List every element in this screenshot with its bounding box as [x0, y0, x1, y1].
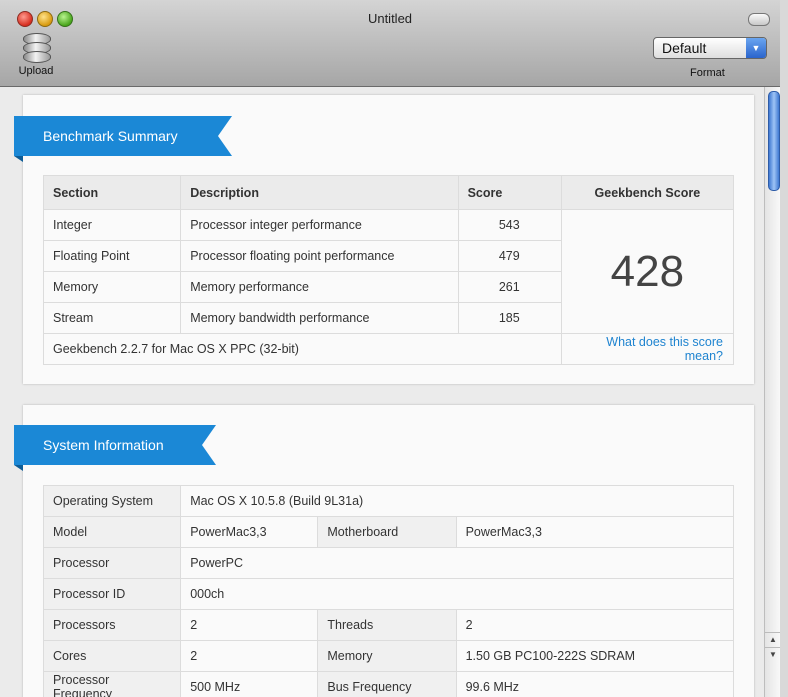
description-cell: Processor floating point performance — [180, 240, 459, 272]
table-row: Operating System Mac OS X 10.5.8 (Build … — [42, 485, 734, 517]
benchmark-summary-heading: Benchmark Summary — [14, 116, 232, 162]
app-window: Untitled Upload Default ▼ Format Benchma… — [0, 0, 780, 697]
table-footer-row: Geekbench 2.2.7 for Mac OS X PPC (32-bit… — [43, 333, 735, 365]
memory-value: 1.50 GB PC100-222S SDRAM — [455, 640, 735, 672]
vertical-scrollbar[interactable]: ▲ ▼ — [764, 87, 780, 697]
bus-frequency-label: Bus Frequency — [317, 671, 457, 697]
threads-value: 2 — [455, 609, 735, 641]
system-information-heading: System Information — [14, 425, 216, 471]
threads-label: Threads — [317, 609, 457, 641]
score-cell: 479 — [457, 240, 562, 272]
os-value: Mac OS X 10.5.8 (Build 9L31a) — [180, 485, 734, 517]
desktop-background — [780, 0, 788, 697]
section-cell: Floating Point — [42, 240, 182, 272]
processor-frequency-label: Processor Frequency — [42, 671, 182, 697]
table-row: Cores 2 Memory 1.50 GB PC100-222S SDRAM — [42, 640, 735, 672]
upload-label: Upload — [18, 65, 54, 77]
model-label: Model — [42, 516, 182, 548]
window-title: Untitled — [367, 11, 413, 26]
table-header-row: Section Description Score Geekbench Scor… — [42, 175, 735, 210]
column-header: Description — [180, 175, 459, 210]
cores-label: Cores — [42, 640, 182, 672]
table-row: Processor PowerPC — [42, 547, 734, 579]
score-meaning-link[interactable]: What does this score mean? — [560, 333, 735, 365]
table-row: Processors 2 Threads 2 — [42, 609, 735, 641]
processors-value: 2 — [180, 609, 319, 641]
version-info: Geekbench 2.2.7 for Mac OS X PPC (32-bit… — [43, 333, 562, 365]
scrollbar-thumb[interactable] — [768, 91, 780, 191]
title-bar: Untitled Upload Default ▼ Format — [0, 0, 780, 87]
section-cell: Integer — [42, 209, 182, 241]
scroll-up-arrow-icon[interactable]: ▲ — [765, 632, 780, 647]
processor-label: Processor — [42, 547, 182, 579]
section-cell: Stream — [42, 302, 182, 334]
processor-value: PowerPC — [180, 547, 734, 579]
column-header: Score — [457, 175, 562, 210]
geekbench-score: 428 — [560, 209, 735, 334]
table-row: Processor ID 000ch — [42, 578, 734, 610]
column-header: Section — [42, 175, 182, 210]
system-info-table: Operating System Mac OS X 10.5.8 (Build … — [42, 485, 735, 697]
table-row: Integer Processor integer performance 54… — [42, 209, 735, 334]
chevron-down-icon: ▼ — [746, 38, 766, 58]
description-cell: Memory performance — [180, 271, 459, 303]
os-label: Operating System — [42, 485, 182, 517]
table-row: Processor Frequency 500 MHz Bus Frequenc… — [42, 671, 735, 697]
upload-button[interactable]: Upload — [14, 33, 58, 77]
bus-frequency-value: 99.6 MHz — [455, 671, 735, 697]
processors-label: Processors — [42, 609, 182, 641]
format-select[interactable]: Default ▼ — [653, 37, 767, 59]
score-cell: 261 — [457, 271, 562, 303]
model-value: PowerMac3,3 — [180, 516, 319, 548]
section-cell: Memory — [42, 271, 182, 303]
score-cell: 543 — [457, 209, 562, 241]
format-label: Format — [690, 67, 725, 79]
description-cell: Memory bandwidth performance — [180, 302, 459, 334]
toolbar-toggle-button[interactable] — [748, 13, 770, 26]
format-select-value: Default — [662, 40, 707, 56]
cores-value: 2 — [180, 640, 319, 672]
motherboard-value: PowerMac3,3 — [455, 516, 735, 548]
memory-label: Memory — [317, 640, 457, 672]
table-row: Model PowerMac3,3 Motherboard PowerMac3,… — [42, 516, 735, 548]
score-cell: 185 — [457, 302, 562, 334]
motherboard-label: Motherboard — [317, 516, 457, 548]
processor-id-label: Processor ID — [42, 578, 182, 610]
description-cell: Processor integer performance — [180, 209, 459, 241]
column-header: Geekbench Score — [560, 175, 735, 210]
scroll-down-arrow-icon[interactable]: ▼ — [765, 647, 780, 662]
processor-frequency-value: 500 MHz — [180, 671, 319, 697]
database-icon — [23, 33, 51, 63]
processor-id-value: 000ch — [180, 578, 734, 610]
benchmark-table: Section Description Score Geekbench Scor… — [42, 175, 735, 365]
